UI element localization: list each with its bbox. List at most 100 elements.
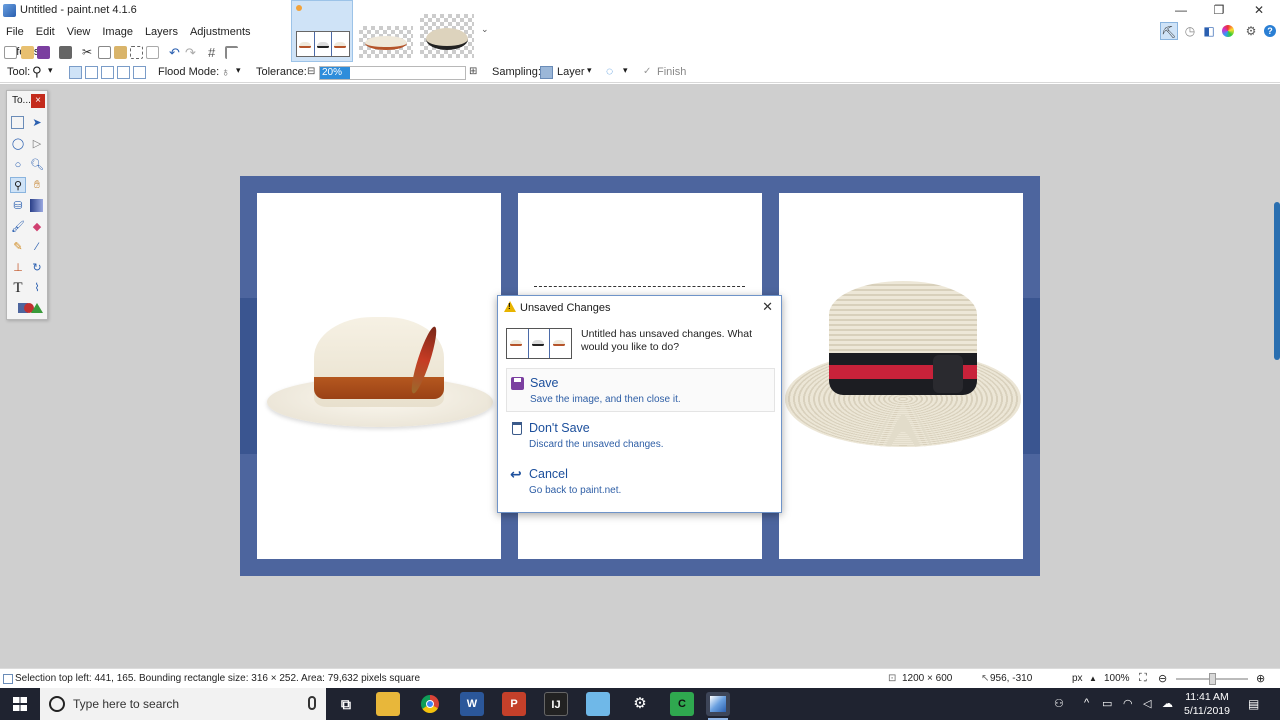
flood-mode-dropdown-icon[interactable]: ▾ bbox=[236, 65, 241, 76]
line-curve-tool-icon[interactable]: ⌇ bbox=[29, 280, 45, 296]
intellij-icon[interactable]: IJ bbox=[544, 692, 568, 716]
zoom-tool-icon[interactable]: 🔍︎ bbox=[29, 157, 45, 173]
move-selection-tool-icon[interactable]: ▷ bbox=[29, 136, 45, 152]
image-tab-untitled[interactable] bbox=[291, 0, 353, 62]
taskbar-search[interactable]: Type here to search bbox=[40, 688, 326, 720]
shapes-tool-icon[interactable] bbox=[13, 300, 47, 316]
close-window-button[interactable]: ✕ bbox=[1240, 0, 1278, 22]
tools-window-close-button[interactable]: × bbox=[31, 94, 45, 108]
word-icon[interactable]: W bbox=[460, 692, 484, 716]
menu-file[interactable]: File bbox=[0, 22, 30, 42]
magic-wand-tool-icon[interactable]: ⚲ bbox=[10, 177, 26, 193]
volume-icon[interactable]: ◁ bbox=[1143, 697, 1151, 710]
zoom-value[interactable]: 100% bbox=[1104, 673, 1130, 684]
move-selected-tool-icon[interactable]: ➤ bbox=[29, 115, 45, 131]
tabs-dropdown-icon[interactable]: ⌄ bbox=[481, 24, 489, 35]
file-explorer-icon[interactable] bbox=[376, 692, 400, 716]
menu-adjustments[interactable]: Adjustments bbox=[184, 22, 257, 42]
minimize-button[interactable]: — bbox=[1162, 0, 1200, 22]
battery-icon[interactable]: ▭ bbox=[1102, 697, 1112, 710]
dont-save-option-button[interactable]: Don't Save Discard the unsaved changes. bbox=[506, 414, 775, 458]
lasso-select-tool-icon[interactable]: ◯ bbox=[10, 136, 26, 152]
text-tool-icon[interactable]: T bbox=[10, 280, 26, 296]
task-view-icon[interactable]: ⧉ bbox=[334, 692, 358, 716]
undo-icon[interactable]: ↶ bbox=[169, 46, 182, 59]
pan-tool-icon[interactable]: ✋︎ bbox=[29, 177, 45, 193]
menu-image[interactable]: Image bbox=[96, 22, 139, 42]
tolerance-slider[interactable]: 20% bbox=[319, 66, 466, 80]
restore-button[interactable]: ❐ bbox=[1200, 0, 1238, 22]
clone-stamp-tool-icon[interactable]: ⊥ bbox=[10, 260, 26, 276]
sampling-value[interactable]: Layer bbox=[557, 66, 585, 78]
antialias-dropdown-icon[interactable]: ▾ bbox=[623, 65, 628, 76]
system-clock[interactable]: 11:41 AM 5/11/2019 bbox=[1180, 690, 1234, 718]
tool-dropdown-icon[interactable]: ▾ bbox=[48, 65, 53, 76]
ellipse-select-tool-icon[interactable]: ○ bbox=[10, 157, 26, 173]
tools-window-toggle-icon[interactable]: ⛏ bbox=[1160, 22, 1178, 40]
units-dropdown-icon[interactable]: ▲ bbox=[1089, 674, 1097, 683]
zoom-in-icon[interactable]: ⊕ bbox=[1256, 672, 1265, 685]
settings-gear-icon[interactable]: ⚙ bbox=[1242, 22, 1260, 40]
gradient-tool-icon[interactable] bbox=[29, 198, 45, 214]
flood-mode-icon[interactable]: ♁ bbox=[221, 65, 230, 79]
image-tab-boater[interactable] bbox=[416, 0, 478, 62]
network-icon[interactable]: ◠ bbox=[1123, 697, 1133, 710]
paintnet-taskbar-icon[interactable] bbox=[706, 692, 730, 720]
app-icon-blue[interactable] bbox=[586, 692, 610, 716]
zoom-slider-thumb[interactable] bbox=[1209, 673, 1216, 685]
history-icon[interactable]: ◷ bbox=[1181, 22, 1199, 40]
microphone-icon[interactable] bbox=[308, 696, 316, 710]
cancel-option-button[interactable]: ↩ Cancel Go back to paint.net. bbox=[506, 460, 775, 504]
open-icon[interactable] bbox=[21, 46, 34, 59]
paste-icon[interactable] bbox=[114, 46, 127, 59]
powerpoint-icon[interactable]: P bbox=[502, 692, 526, 716]
dialog-close-button[interactable]: ✕ bbox=[762, 299, 773, 315]
chrome-icon[interactable] bbox=[418, 692, 442, 716]
sampling-layer-icon[interactable] bbox=[540, 66, 553, 79]
selection-mode-exclude[interactable] bbox=[101, 66, 114, 79]
paintbrush-tool-icon[interactable]: 🖌︎ bbox=[10, 219, 26, 235]
people-icon[interactable]: ⚇ bbox=[1054, 697, 1064, 710]
new-icon[interactable] bbox=[4, 46, 17, 59]
rectangle-select-tool-icon[interactable] bbox=[11, 116, 24, 129]
copy-icon[interactable] bbox=[98, 46, 111, 59]
print-icon[interactable] bbox=[59, 46, 72, 59]
side-panel-handle[interactable] bbox=[1274, 202, 1280, 360]
sampling-dropdown-icon[interactable]: ▾ bbox=[587, 65, 592, 76]
menu-view[interactable]: View bbox=[61, 22, 97, 42]
units-selector[interactable]: px bbox=[1072, 673, 1083, 684]
recolor-tool-icon[interactable]: ↻ bbox=[29, 260, 45, 276]
layers-icon[interactable]: ◧ bbox=[1200, 22, 1218, 40]
selection-mode-invert[interactable] bbox=[133, 66, 146, 79]
tolerance-plus-icon[interactable]: ⊞ bbox=[469, 66, 477, 77]
rulers-icon[interactable] bbox=[225, 46, 238, 59]
save-option-button[interactable]: Save Save the image, and then close it. bbox=[506, 368, 775, 412]
tolerance-minus-icon[interactable]: ⊟ bbox=[307, 66, 315, 77]
colors-icon[interactable] bbox=[1219, 22, 1237, 40]
menu-edit[interactable]: Edit bbox=[30, 22, 61, 42]
zoom-out-icon[interactable]: ⊖ bbox=[1158, 672, 1167, 685]
camtasia-icon[interactable]: C bbox=[670, 692, 694, 716]
notifications-icon[interactable]: ▤ bbox=[1248, 697, 1259, 711]
selection-mode-union[interactable] bbox=[85, 66, 98, 79]
deselect-icon[interactable] bbox=[146, 46, 159, 59]
pencil-tool-icon[interactable]: ✎ bbox=[10, 239, 26, 255]
zoom-to-window-icon[interactable]: ⛶ bbox=[1139, 672, 1147, 685]
onedrive-icon[interactable]: ☁ bbox=[1162, 697, 1173, 710]
menu-layers[interactable]: Layers bbox=[139, 22, 184, 42]
crop-icon[interactable] bbox=[130, 46, 143, 59]
start-button[interactable] bbox=[0, 688, 40, 720]
paint-bucket-tool-icon[interactable]: ⛁ bbox=[10, 198, 26, 214]
tray-overflow-icon[interactable]: ^ bbox=[1084, 697, 1089, 709]
save-icon[interactable] bbox=[37, 46, 50, 59]
grid-icon[interactable]: # bbox=[208, 46, 221, 59]
antialias-icon[interactable]: ◌ bbox=[606, 64, 613, 78]
eraser-tool-icon[interactable]: ◆ bbox=[29, 219, 45, 235]
selection-mode-intersect[interactable] bbox=[117, 66, 130, 79]
finish-button[interactable]: Finish bbox=[657, 66, 686, 78]
magic-wand-icon[interactable]: ⚲ bbox=[32, 64, 42, 80]
selection-mode-replace[interactable] bbox=[69, 66, 82, 79]
help-icon[interactable]: ? bbox=[1261, 22, 1279, 40]
settings-app-icon[interactable]: ⚙ bbox=[628, 692, 652, 716]
color-picker-tool-icon[interactable]: ⁄ bbox=[29, 239, 45, 255]
